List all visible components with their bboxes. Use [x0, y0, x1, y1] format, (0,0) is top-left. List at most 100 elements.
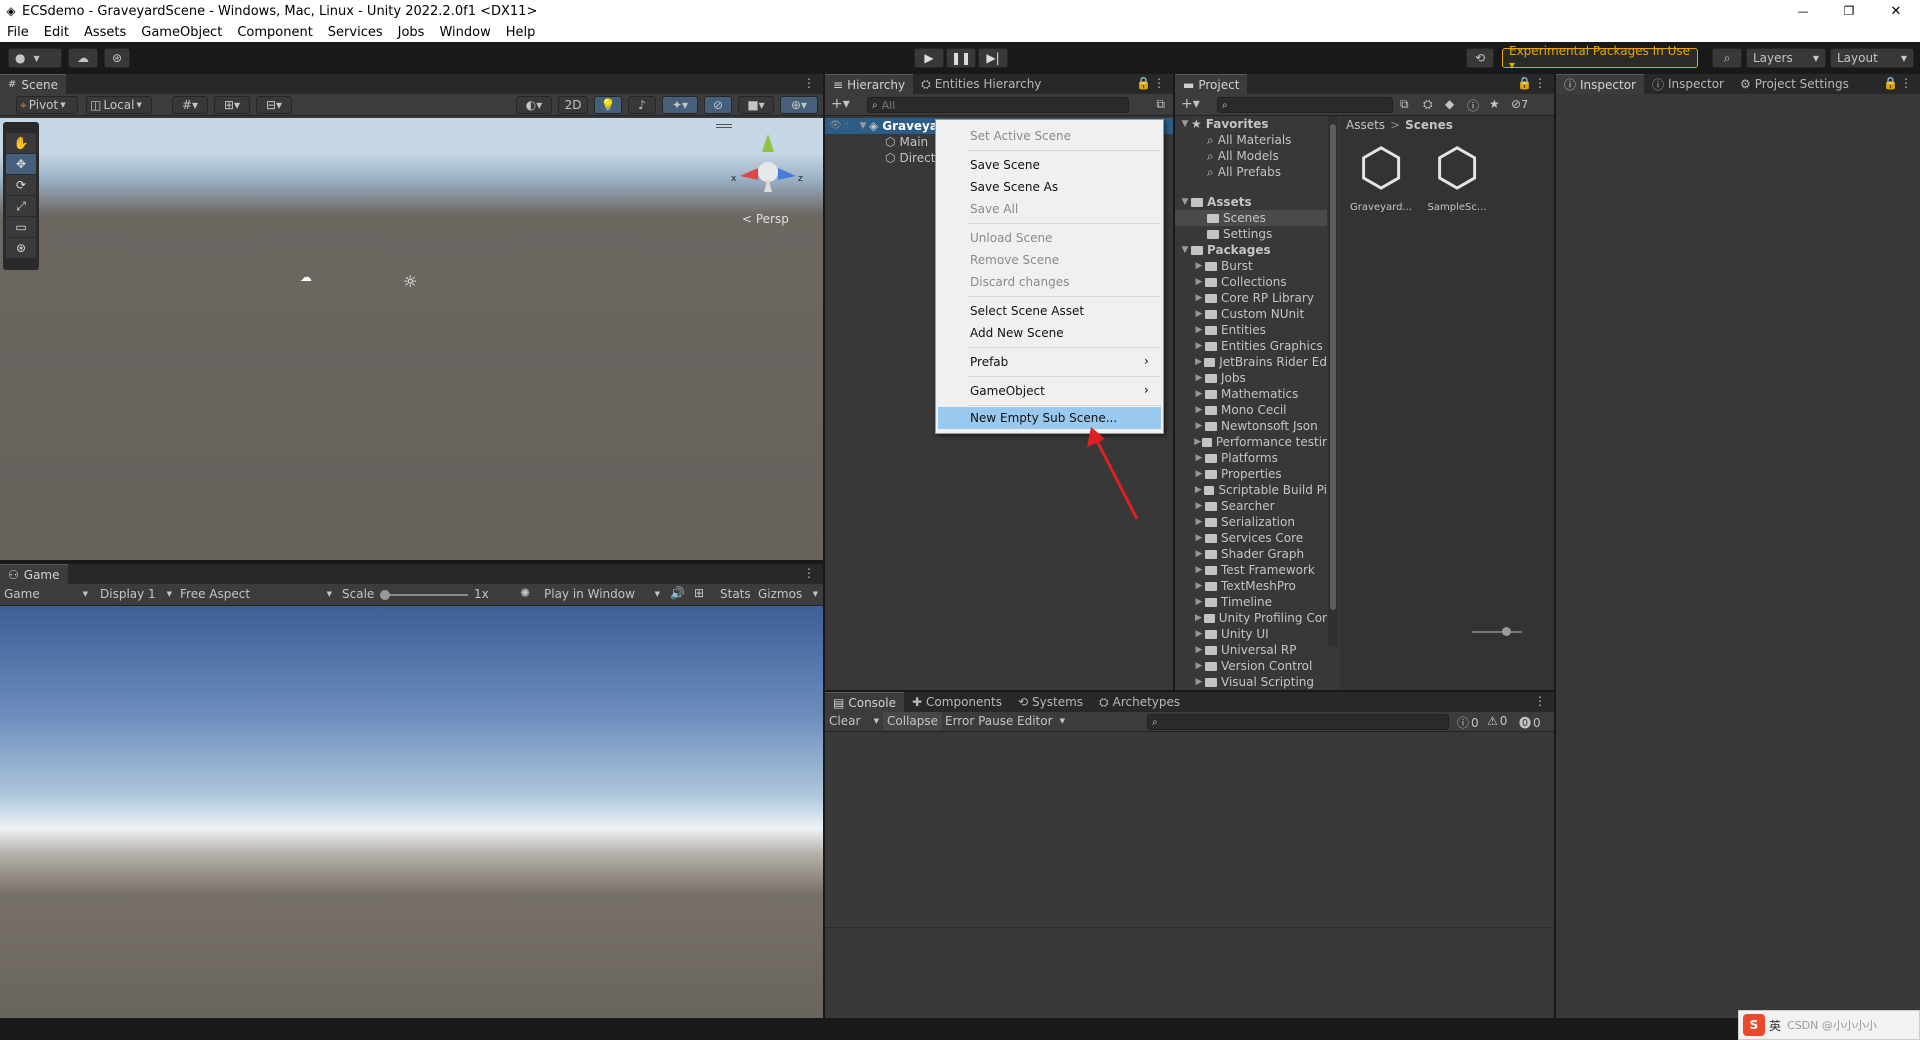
hidden-objects-toggle[interactable]: ⊘ [704, 96, 732, 114]
layout-dropdown[interactable]: Layout ▼ [1830, 48, 1914, 68]
scale-slider-thumb[interactable] [380, 590, 390, 600]
expand-arrow-icon[interactable]: ▶ [1193, 578, 1205, 594]
audio-toggle[interactable]: ♪ [628, 96, 656, 114]
more-options-icon[interactable]: ⋮ [1900, 76, 1912, 90]
expand-arrow-icon[interactable]: ▼ [1179, 116, 1191, 132]
move-tool-icon[interactable]: ✥ [6, 154, 36, 174]
expand-arrow-icon[interactable]: ▶ [1193, 626, 1205, 642]
asset-tile[interactable]: ⬡ Graveyard... [1346, 138, 1416, 213]
lock-icon[interactable]: 🔒 [1883, 76, 1898, 90]
info-icon[interactable]: ⓘ [1467, 97, 1479, 114]
package-item[interactable]: ▶ TextMeshPro [1175, 578, 1327, 594]
search-by-type-icon[interactable]: ⧉ [1400, 97, 1409, 112]
expand-arrow-icon[interactable]: ▶ [1193, 322, 1205, 338]
expand-arrow-icon[interactable]: ▶ [1193, 530, 1205, 546]
expand-arrow-icon[interactable]: ▶ [1193, 402, 1205, 418]
folder-item-settings[interactable]: Settings [1175, 226, 1327, 242]
favorite-item[interactable]: ⌕ All Prefabs [1175, 164, 1327, 180]
expand-arrow-icon[interactable]: ▶ [1193, 450, 1205, 466]
pause-button[interactable]: ❚❚ [946, 48, 976, 68]
tab-scene[interactable]: # Scene [0, 74, 66, 94]
menu-item-select-scene-asset[interactable]: Select Scene Asset [970, 300, 1084, 322]
close-button[interactable]: ✕ [1872, 0, 1920, 22]
orientation-gizmo[interactable] [728, 132, 808, 202]
stats-button[interactable]: Stats [720, 587, 751, 601]
package-item[interactable]: ▶ Jobs [1175, 370, 1327, 386]
tab-hierarchy[interactable]: ≡ Hierarchy [825, 74, 914, 94]
add-icon[interactable]: +▾ [831, 96, 850, 112]
package-item[interactable]: ▶ Searcher [1175, 498, 1327, 514]
tab-entities-hierarchy[interactable]: ⛭ Entities Hierarchy [913, 74, 1049, 94]
local-dropdown[interactable]: ◫ Local ▼ [86, 96, 152, 114]
console-search[interactable]: ⌕ [1147, 714, 1449, 730]
icon-size-slider-thumb[interactable] [1502, 627, 1511, 636]
play-mode-dropdown[interactable]: Play in Window ▼ [544, 587, 660, 601]
expand-arrow-icon[interactable]: ▶ [1193, 274, 1205, 290]
step-button[interactable]: ▶| [978, 48, 1008, 68]
package-item[interactable]: ▶ Collections [1175, 274, 1327, 290]
package-item[interactable]: ▶ Platforms [1175, 450, 1327, 466]
effects-dropdown[interactable]: ✦▾ [662, 96, 698, 114]
rotate-tool-icon[interactable]: ⟳ [6, 175, 36, 195]
asset-tile[interactable]: ⬡ SampleSc... [1422, 138, 1492, 213]
grid-visibility-button[interactable]: ⊞▾ [214, 96, 250, 114]
menu-file[interactable]: File [7, 25, 29, 40]
tag-icon[interactable]: ◆ [1445, 97, 1454, 111]
package-item[interactable]: ▶ Shader Graph [1175, 546, 1327, 562]
pick-icon[interactable]: ☝ [843, 118, 857, 134]
menu-window[interactable]: Window [439, 25, 490, 40]
package-item[interactable]: ▶ Version Control [1175, 658, 1327, 674]
scrollbar-thumb[interactable] [1330, 124, 1336, 610]
package-item[interactable]: ▶ Visual Scripting [1175, 674, 1327, 690]
sogou-ime-icon[interactable]: S [1743, 1014, 1765, 1036]
expand-arrow-icon[interactable]: ▶ [1193, 386, 1205, 402]
expand-arrow-icon[interactable]: ▶ [1193, 658, 1205, 674]
expand-arrow-icon[interactable]: ▶ [1193, 562, 1205, 578]
error-count-toggle[interactable]: ⓿0 [1519, 714, 1541, 731]
expand-arrow-icon[interactable]: ▶ [1193, 610, 1204, 626]
menu-jobs[interactable]: Jobs [398, 25, 425, 40]
account-button[interactable]: ● ▼ [8, 48, 62, 68]
perspective-label[interactable]: < Persp [742, 212, 789, 226]
package-item[interactable]: ▶ Scriptable Build Pi [1175, 482, 1327, 498]
rect-tool-icon[interactable]: ▭ [6, 217, 36, 237]
package-item[interactable]: ▶ Timeline [1175, 594, 1327, 610]
tab-systems[interactable]: ⟲ Systems [1010, 692, 1091, 712]
expand-arrow-icon[interactable]: ▶ [1193, 674, 1205, 690]
game-viewport[interactable] [0, 606, 823, 1018]
expand-arrow-icon[interactable]: ▶ [1193, 482, 1204, 498]
folder-item-scenes[interactable]: Scenes [1175, 210, 1327, 226]
menu-component[interactable]: Component [237, 25, 312, 40]
pivot-dropdown[interactable]: ⌖ Pivot ▼ [16, 96, 78, 114]
package-item[interactable]: ▶ Mathematics [1175, 386, 1327, 402]
menu-item-remove-scene[interactable]: Remove Scene [970, 249, 1059, 271]
camera-dropdown[interactable]: ■▾ [738, 96, 774, 114]
tab-archetypes[interactable]: ⛭ Archetypes [1091, 692, 1188, 712]
more-options-icon[interactable]: ⋮ [803, 566, 815, 580]
menu-item-prefab[interactable]: Prefab [970, 351, 1008, 373]
package-item[interactable]: ▶ Burst [1175, 258, 1327, 274]
expand-arrow-icon[interactable]: ▼ [1179, 194, 1191, 210]
layers-dropdown[interactable]: Layers ▼ [1746, 48, 1826, 68]
overlay-handle[interactable] [716, 124, 732, 128]
expand-arrow-icon[interactable]: ▶ [1193, 258, 1205, 274]
experimental-packages-button[interactable]: Experimental Packages In Use ▾ [1502, 44, 1698, 72]
menu-item-save-all[interactable]: Save All [970, 198, 1018, 220]
menu-item-discard-changes[interactable]: Discard changes [970, 271, 1069, 293]
add-icon[interactable]: +▾ [1181, 96, 1200, 112]
more-options-icon[interactable]: ⋮ [1534, 694, 1546, 708]
expand-arrow-icon[interactable]: ▶ [1193, 594, 1205, 610]
package-item[interactable]: ▶ Unity Profiling Cor [1175, 610, 1327, 626]
menu-edit[interactable]: Edit [44, 25, 69, 40]
more-options-icon[interactable]: ⋮ [1534, 76, 1546, 90]
package-item[interactable]: ▶ Performance testir [1175, 434, 1327, 450]
tab-game[interactable]: ⚇ Game [0, 564, 68, 584]
2d-toggle[interactable]: 2D [558, 96, 588, 114]
cloud-button[interactable]: ☁ [68, 48, 98, 68]
package-item[interactable]: ▶ Universal RP [1175, 642, 1327, 658]
draw-mode-button[interactable]: ◐▾ [516, 96, 552, 114]
package-item[interactable]: ▶ JetBrains Rider Ed [1175, 354, 1327, 370]
menu-item-add-new-scene[interactable]: Add New Scene [970, 322, 1064, 344]
expand-arrow-icon[interactable]: ▶ [1193, 434, 1202, 450]
error-pause-toggle[interactable]: Error Pause [945, 714, 1013, 728]
